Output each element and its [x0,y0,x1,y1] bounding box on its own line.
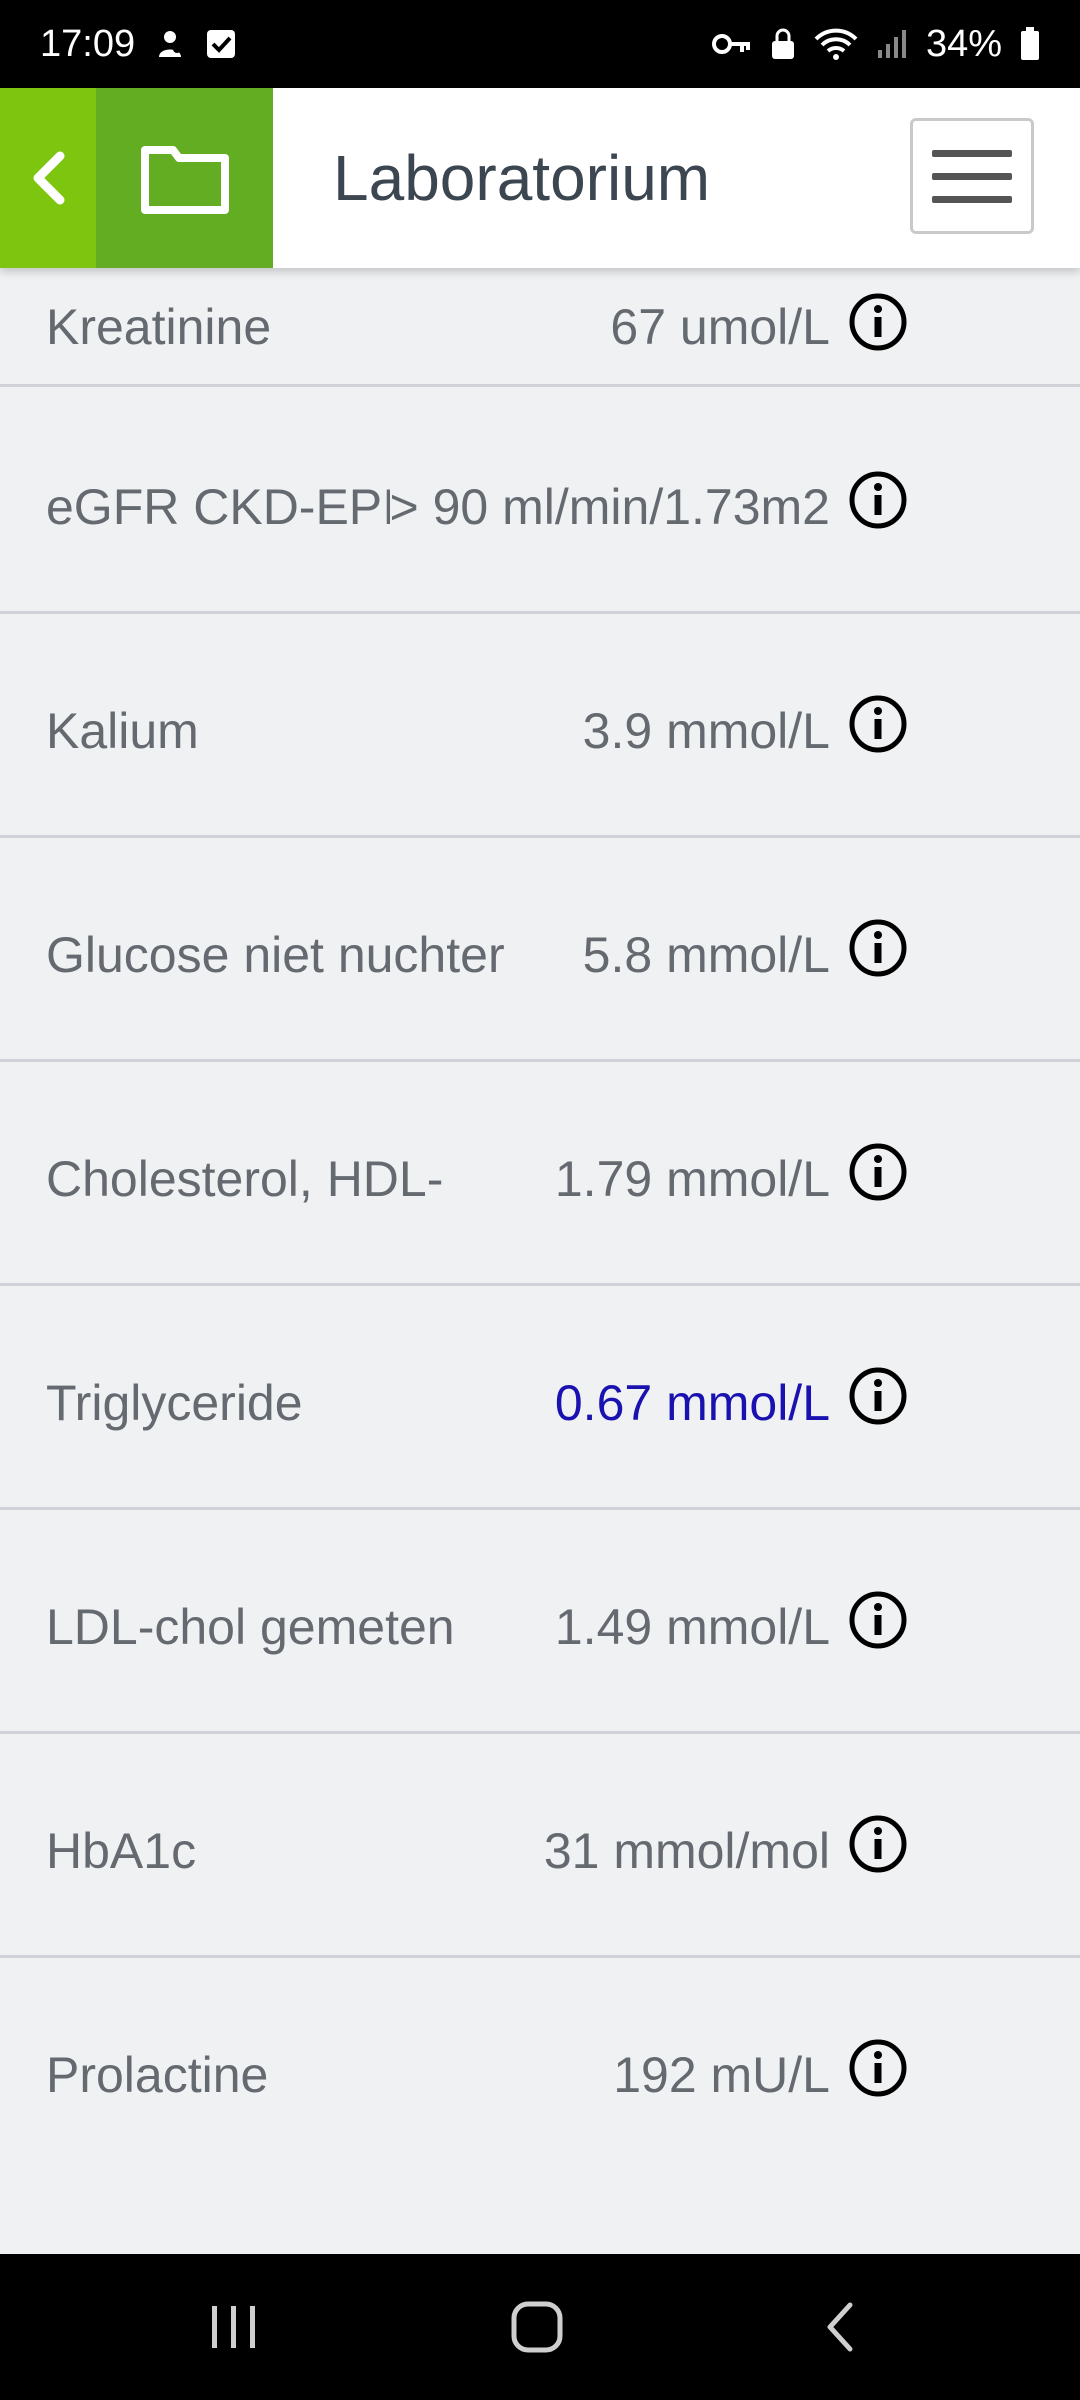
battery-percentage: 34% [925,22,1002,65]
chevron-left-icon [33,151,65,205]
info-icon[interactable] [848,1142,908,1202]
system-back-button[interactable] [740,2254,940,2400]
lab-value: 1.79 mmol/L [554,1150,830,1208]
folder-button[interactable] [96,88,273,268]
recent-apps-icon [212,2306,255,2348]
lab-name: Triglyceride [46,1375,303,1431]
status-time: 17:09 [40,22,136,65]
lab-value: 31 mmol/mol [543,1822,830,1880]
status-bar: 17:09 34% [0,0,1080,88]
hamburger-line [932,195,1012,203]
checkbox-notification-icon [205,28,237,60]
folder-icon [140,146,229,214]
menu-button[interactable] [910,118,1034,234]
info-icon[interactable] [848,2038,908,2098]
lab-value: > 90 ml/min/1.73m2 [389,478,830,536]
lab-name: eGFR CKD-EPI [46,479,397,535]
home-icon [511,2301,563,2353]
lab-name: Glucose niet nuchter [46,927,505,983]
app-header: Laboratorium [0,88,1080,268]
info-icon[interactable] [848,1366,908,1426]
signal-icon [876,28,908,60]
lab-name: LDL-chol gemeten [46,1599,455,1655]
back-icon [827,2302,853,2352]
person-notification-icon [153,27,187,61]
lock-icon [770,27,796,61]
lab-row-egfr[interactable]: eGFR CKD-EPI > 90 ml/min/1.73m2 [0,390,1080,614]
info-icon[interactable] [848,470,908,530]
lab-value: 192 mU/L [613,2046,830,2104]
hamburger-line [932,172,1012,180]
battery-icon [1020,27,1040,61]
lab-name: Prolactine [46,2047,269,2103]
home-button[interactable] [437,2254,637,2400]
lab-value-highlighted: 0.67 mmol/L [554,1374,830,1432]
key-icon [711,30,752,58]
recent-apps-button[interactable] [134,2254,334,2400]
system-nav-bar [0,2254,1080,2400]
info-icon[interactable] [848,1814,908,1874]
lab-results-list[interactable]: Kreatinine 67 umol/L eGFR CKD-EPI > 90 m… [0,268,1080,2268]
status-right: 34% [711,22,1040,66]
lab-row-kreatinine[interactable]: Kreatinine 67 umol/L [0,268,1080,387]
lab-row-triglyceride[interactable]: Triglyceride 0.67 mmol/L [0,1286,1080,1510]
lab-name: Kreatinine [46,299,272,355]
lab-row-hba1c[interactable]: HbA1c 31 mmol/mol [0,1734,1080,1958]
status-left: 17:09 [40,23,237,66]
lab-name: HbA1c [46,1823,197,1879]
info-icon[interactable] [848,1590,908,1650]
lab-value: 67 umol/L [610,298,830,356]
lab-value: 5.8 mmol/L [582,926,830,984]
lab-row-prolactine[interactable]: Prolactine 192 mU/L [0,1958,1080,2182]
page-title: Laboratorium [333,142,711,214]
lab-row-ldl[interactable]: LDL-chol gemeten 1.49 mmol/L [0,1510,1080,1734]
lab-row-kalium[interactable]: Kalium 3.9 mmol/L [0,614,1080,838]
lab-row-cholesterol-hdl[interactable]: Cholesterol, HDL- 1.79 mmol/L [0,1062,1080,1286]
back-button[interactable] [0,88,96,268]
lab-row-glucose[interactable]: Glucose niet nuchter 5.8 mmol/L [0,838,1080,1062]
info-icon[interactable] [848,292,908,352]
lab-name: Cholesterol, HDL- [46,1151,444,1207]
lab-value: 1.49 mmol/L [554,1598,830,1656]
lab-value: 3.9 mmol/L [582,702,830,760]
wifi-icon [814,27,858,61]
info-icon[interactable] [848,918,908,978]
lab-name: Kalium [46,703,199,759]
hamburger-line [932,149,1012,157]
info-icon[interactable] [848,694,908,754]
